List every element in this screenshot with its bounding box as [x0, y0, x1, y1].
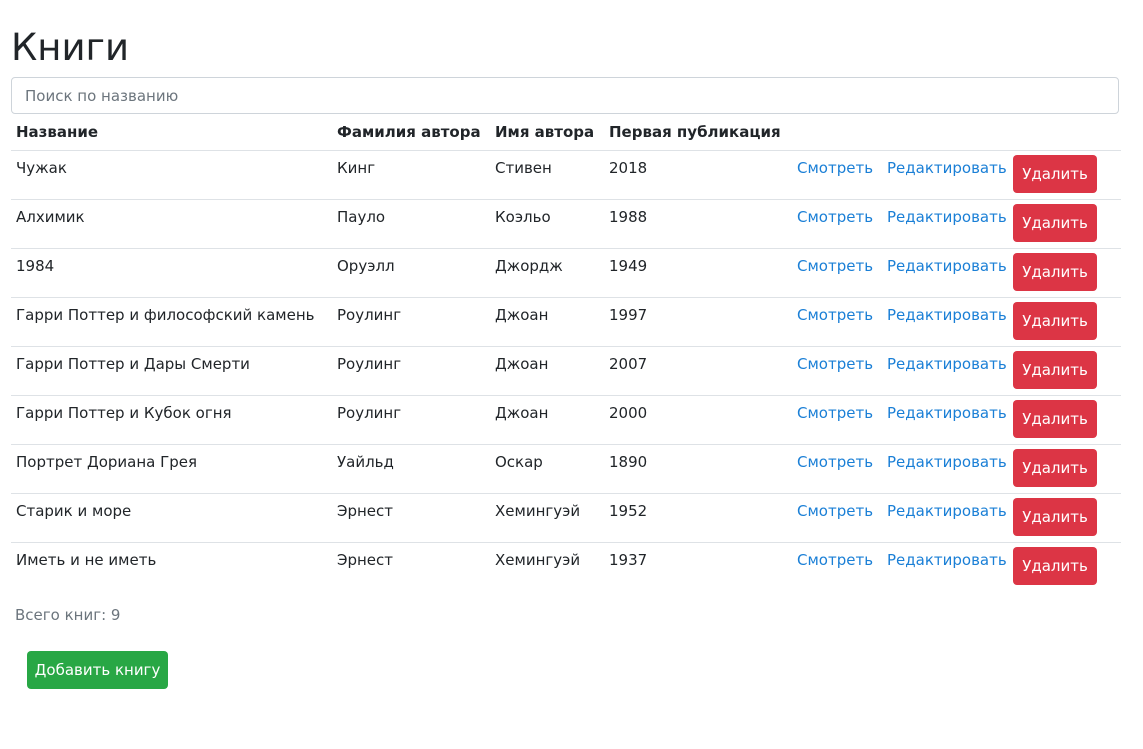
- header-actions: [792, 114, 882, 151]
- book-title: Иметь и не иметь: [16, 551, 157, 569]
- header-actions: [882, 114, 1008, 151]
- table-row: Иметь и не иметь Эрнест Хемингуэй 1937 С…: [11, 543, 1121, 592]
- author-first-name: Джоан: [495, 404, 549, 422]
- table-row: Старик и море Эрнест Хемингуэй 1952 Смот…: [11, 493, 1121, 543]
- author-first-name: Джордж: [495, 257, 563, 275]
- view-link[interactable]: Смотреть: [797, 502, 873, 520]
- edit-link[interactable]: Редактировать: [887, 306, 1007, 324]
- view-link[interactable]: Смотреть: [797, 551, 873, 569]
- book-title: Портрет Дориана Грея: [16, 453, 198, 471]
- author-last-name: Кинг: [337, 159, 376, 177]
- author-first-name: Стивен: [495, 159, 552, 177]
- header-first-name: Имя автора: [490, 114, 604, 151]
- search-input[interactable]: [11, 77, 1119, 114]
- publication-year: 1890: [609, 453, 648, 471]
- books-table: Название Фамилия автора Имя автора Перва…: [11, 114, 1121, 591]
- publication-year: 1997: [609, 306, 648, 324]
- page-title: Книги: [11, 26, 129, 69]
- publication-year: 2000: [609, 404, 648, 422]
- view-link[interactable]: Смотреть: [797, 159, 873, 177]
- author-last-name: Эрнест: [337, 502, 394, 520]
- view-link[interactable]: Смотреть: [797, 355, 873, 373]
- author-first-name: Джоан: [495, 306, 549, 324]
- delete-button[interactable]: Удалить: [1013, 547, 1097, 585]
- publication-year: 1949: [609, 257, 648, 275]
- table-header-row: Название Фамилия автора Имя автора Перва…: [11, 114, 1121, 151]
- edit-link[interactable]: Редактировать: [887, 502, 1007, 520]
- edit-link[interactable]: Редактировать: [887, 551, 1007, 569]
- view-link[interactable]: Смотреть: [797, 404, 873, 422]
- table-row: 1984 Оруэлл Джордж 1949 Смотреть Редакти…: [11, 248, 1121, 298]
- author-last-name: Эрнест: [337, 551, 394, 569]
- author-last-name: Роулинг: [337, 355, 402, 373]
- table-row: Алхимик Пауло Коэльо 1988 Смотреть Редак…: [11, 199, 1121, 249]
- table-row: Гарри Поттер и философский камень Роулин…: [11, 297, 1121, 347]
- book-title: Гарри Поттер и Кубок огня: [16, 404, 232, 422]
- edit-link[interactable]: Редактировать: [887, 257, 1007, 275]
- book-title: Гарри Поттер и Дары Смерти: [16, 355, 250, 373]
- delete-button[interactable]: Удалить: [1013, 204, 1097, 242]
- header-year: Первая публикация: [604, 114, 792, 151]
- delete-button[interactable]: Удалить: [1013, 351, 1097, 389]
- author-first-name: Коэльо: [495, 208, 551, 226]
- delete-button[interactable]: Удалить: [1013, 155, 1097, 193]
- view-link[interactable]: Смотреть: [797, 306, 873, 324]
- edit-link[interactable]: Редактировать: [887, 355, 1007, 373]
- delete-button[interactable]: Удалить: [1013, 253, 1097, 291]
- view-link[interactable]: Смотреть: [797, 257, 873, 275]
- book-title: Гарри Поттер и философский камень: [16, 306, 315, 324]
- delete-button[interactable]: Удалить: [1013, 400, 1097, 438]
- delete-button[interactable]: Удалить: [1013, 449, 1097, 487]
- view-link[interactable]: Смотреть: [797, 453, 873, 471]
- publication-year: 1988: [609, 208, 648, 226]
- book-title: 1984: [16, 257, 55, 275]
- table-row: Гарри Поттер и Дары Смерти Роулинг Джоан…: [11, 346, 1121, 396]
- author-first-name: Оскар: [495, 453, 543, 471]
- publication-year: 1937: [609, 551, 648, 569]
- author-last-name: Пауло: [337, 208, 386, 226]
- author-last-name: Роулинг: [337, 404, 402, 422]
- header-actions: [1008, 114, 1121, 151]
- header-last-name: Фамилия автора: [332, 114, 490, 151]
- edit-link[interactable]: Редактировать: [887, 208, 1007, 226]
- header-title: Название: [11, 114, 332, 151]
- table-row: Гарри Поттер и Кубок огня Роулинг Джоан …: [11, 395, 1121, 445]
- edit-link[interactable]: Редактировать: [887, 453, 1007, 471]
- publication-year: 1952: [609, 502, 648, 520]
- book-title: Алхимик: [16, 208, 85, 226]
- author-last-name: Оруэлл: [337, 257, 395, 275]
- delete-button[interactable]: Удалить: [1013, 498, 1097, 536]
- add-book-button[interactable]: Добавить книгу: [27, 651, 168, 689]
- table-row: Портрет Дориана Грея Уайльд Оскар 1890 С…: [11, 444, 1121, 494]
- view-link[interactable]: Смотреть: [797, 208, 873, 226]
- publication-year: 2018: [609, 159, 648, 177]
- edit-link[interactable]: Редактировать: [887, 404, 1007, 422]
- author-first-name: Джоан: [495, 355, 549, 373]
- author-last-name: Роулинг: [337, 306, 402, 324]
- delete-button[interactable]: Удалить: [1013, 302, 1097, 340]
- book-title: Старик и море: [16, 502, 132, 520]
- books-total-count: Всего книг: 9: [15, 606, 121, 624]
- author-last-name: Уайльд: [337, 453, 394, 471]
- author-first-name: Хемингуэй: [495, 502, 581, 520]
- publication-year: 2007: [609, 355, 648, 373]
- book-title: Чужак: [16, 159, 67, 177]
- author-first-name: Хемингуэй: [495, 551, 581, 569]
- edit-link[interactable]: Редактировать: [887, 159, 1007, 177]
- table-row: Чужак Кинг Стивен 2018 Смотреть Редактир…: [11, 150, 1121, 200]
